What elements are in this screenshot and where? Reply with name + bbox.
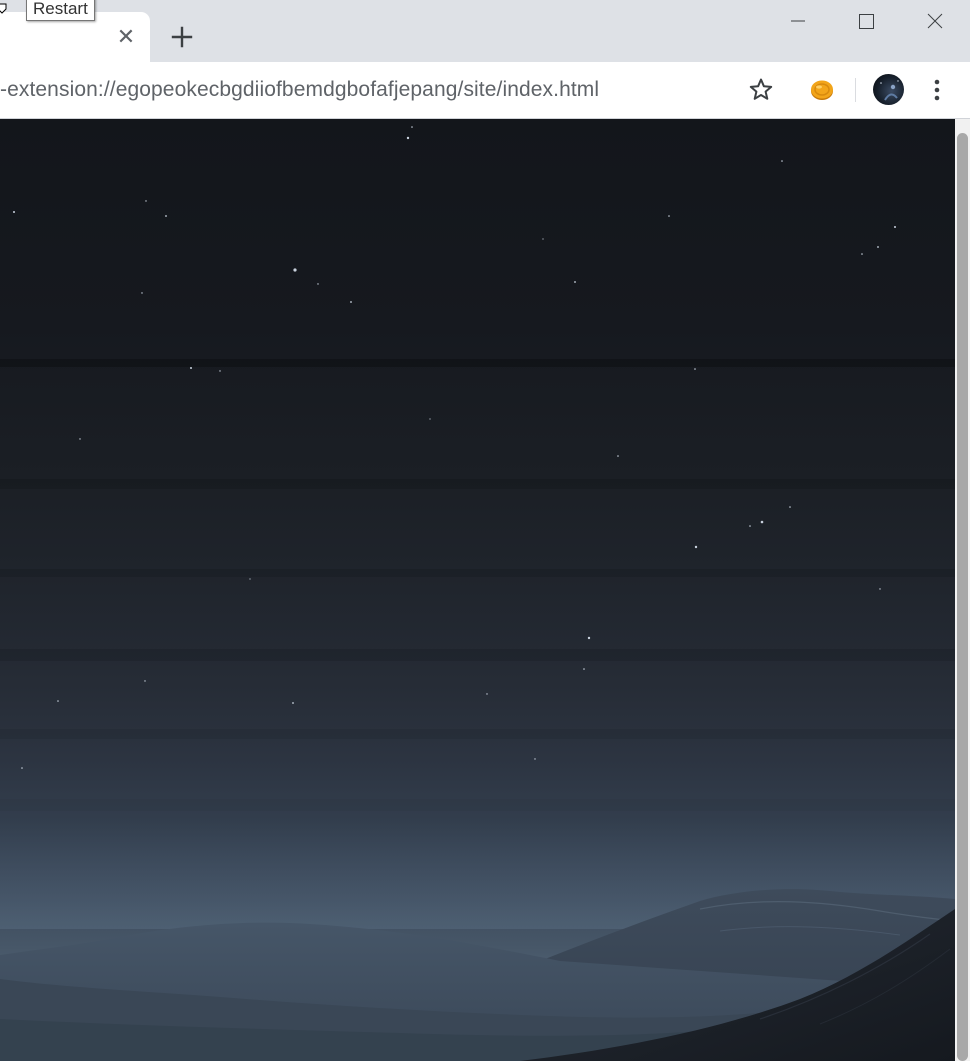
night-sky-scene (0, 126, 955, 1061)
maximize-icon (859, 14, 874, 29)
browser-menu-button[interactable] (924, 76, 950, 104)
close-window-button[interactable] (907, 4, 963, 38)
browser-window: ✕ Restart -extension://egopeokecbgdiiofb… (0, 0, 970, 1061)
extension-button[interactable] (808, 76, 836, 104)
tooltip: Restart (26, 0, 95, 21)
minimize-icon (791, 20, 805, 22)
page-content (0, 119, 955, 1061)
avatar-image (880, 80, 899, 101)
profile-avatar-icon[interactable] (873, 74, 904, 105)
new-tab-button[interactable] (168, 23, 196, 51)
address-bar-url[interactable]: -extension://egopeokecbgdiiofbemdgbofafj… (0, 76, 599, 104)
tab-strip: ✕ (0, 0, 970, 62)
toolbar-divider (855, 78, 856, 102)
browser-toolbar: -extension://egopeokecbgdiiofbemdgbofafj… (0, 62, 970, 119)
stars (13, 126, 896, 769)
bookmark-button[interactable] (747, 76, 775, 104)
close-icon (927, 13, 943, 29)
kebab-menu-icon (934, 79, 940, 101)
orange-coin-extension-icon (811, 80, 833, 100)
minimize-button[interactable] (770, 4, 826, 38)
scrollbar-thumb[interactable] (957, 133, 968, 1061)
star-outline-icon (749, 78, 773, 100)
tab-close-icon[interactable]: ✕ (114, 25, 138, 49)
sky-bands (0, 359, 955, 811)
plus-icon (171, 26, 193, 48)
maximize-button[interactable] (838, 4, 894, 38)
vertical-scrollbar[interactable] (955, 119, 970, 1061)
mouse-pointer-icon (0, 3, 7, 14)
